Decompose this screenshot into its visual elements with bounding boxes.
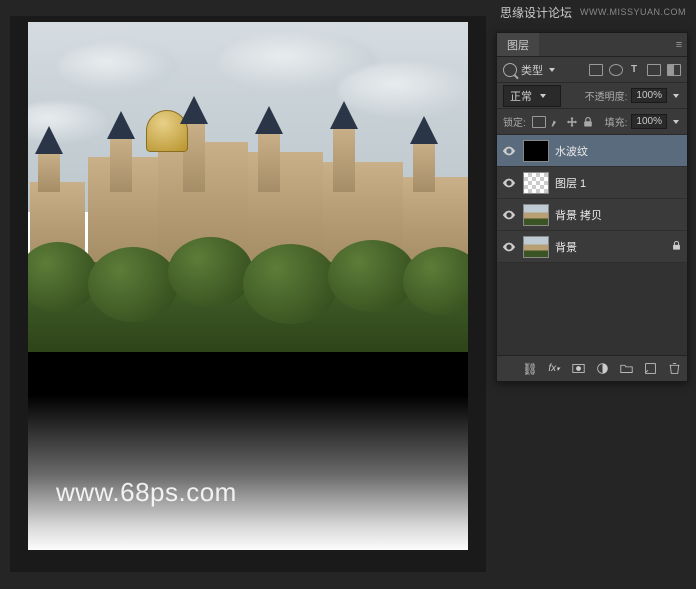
filter-dropdown-icon[interactable] xyxy=(547,65,557,75)
lock-position-icon[interactable] xyxy=(566,116,578,128)
layer-row[interactable]: 背景 xyxy=(497,231,687,263)
lock-brush-icon[interactable] xyxy=(550,116,562,128)
watermark-text: www.68ps.com xyxy=(56,477,237,508)
layer-name[interactable]: 水波纹 xyxy=(555,143,683,159)
filter-smart-icon[interactable] xyxy=(667,64,681,76)
filter-pixel-icon[interactable] xyxy=(589,64,603,76)
blend-row: 正常 不透明度: 100% xyxy=(497,83,687,109)
layer-list: 水波纹 图层 1 背景 拷贝 背景 xyxy=(497,135,687,355)
fx-icon[interactable]: fx▾ xyxy=(547,362,561,376)
header-watermark: 思缘设计论坛 WWW.MISSYUAN.COM xyxy=(486,0,696,24)
lock-all-icon[interactable] xyxy=(582,116,594,128)
opacity-dropdown-icon[interactable] xyxy=(671,91,681,101)
opacity-label: 不透明度: xyxy=(585,88,628,103)
canvas-area[interactable]: www.68ps.com xyxy=(10,16,486,572)
panel-menu-icon[interactable]: ≡ xyxy=(671,39,687,51)
layer-thumbnail[interactable] xyxy=(523,236,549,258)
layers-panel: 图层 ≡ 类型 T 正常 不透明度: 100% 锁定: xyxy=(496,32,688,382)
layer-thumbnail[interactable] xyxy=(523,140,549,162)
visibility-icon[interactable] xyxy=(501,175,517,191)
blend-mode-value: 正常 xyxy=(510,88,532,104)
layer-name[interactable]: 背景 xyxy=(555,239,665,255)
panel-footer: ⛓ fx▾ xyxy=(497,355,687,381)
visibility-icon[interactable] xyxy=(501,207,517,223)
layer-row[interactable]: 背景 拷贝 xyxy=(497,199,687,231)
link-layers-icon[interactable]: ⛓ xyxy=(523,362,537,376)
chevron-down-icon xyxy=(538,91,548,101)
layer-name[interactable]: 背景 拷贝 xyxy=(555,207,683,223)
panel-tab-layers[interactable]: 图层 xyxy=(497,33,539,56)
panel-tabbar: 图层 ≡ xyxy=(497,33,687,57)
layer-name[interactable]: 图层 1 xyxy=(555,175,683,191)
fill-dropdown-icon[interactable] xyxy=(671,117,681,127)
lock-transparency-icon[interactable] xyxy=(532,116,546,128)
layer-row[interactable]: 图层 1 xyxy=(497,167,687,199)
trash-icon[interactable] xyxy=(667,362,681,376)
filter-type-icon[interactable]: T xyxy=(627,64,641,75)
lock-icon xyxy=(671,240,683,254)
layer-thumbnail[interactable] xyxy=(523,172,549,194)
mask-icon[interactable] xyxy=(571,362,585,376)
group-icon[interactable] xyxy=(619,362,633,376)
filter-adjust-icon[interactable] xyxy=(609,64,623,76)
new-layer-icon[interactable] xyxy=(643,362,657,376)
trees-region xyxy=(28,262,468,352)
lock-label: 锁定: xyxy=(503,114,526,129)
layer-row[interactable]: 水波纹 xyxy=(497,135,687,167)
layer-thumbnail[interactable] xyxy=(523,204,549,226)
filter-shape-icon[interactable] xyxy=(647,64,661,76)
visibility-icon[interactable] xyxy=(501,239,517,255)
gradient-layer xyxy=(28,352,468,550)
lock-row: 锁定: 填充: 100% xyxy=(497,109,687,135)
adjustment-icon[interactable] xyxy=(595,362,609,376)
search-icon[interactable] xyxy=(503,63,517,77)
opacity-value[interactable]: 100% xyxy=(631,88,667,103)
layer-list-empty xyxy=(497,263,687,355)
fill-label: 填充: xyxy=(605,114,628,129)
layer-filter-row: 类型 T xyxy=(497,57,687,83)
site-url: WWW.MISSYUAN.COM xyxy=(580,7,686,17)
blend-mode-select[interactable]: 正常 xyxy=(503,85,561,107)
fill-value[interactable]: 100% xyxy=(631,114,667,129)
filter-type-label: 类型 xyxy=(521,62,543,78)
document[interactable]: www.68ps.com xyxy=(28,22,468,550)
site-name: 思缘设计论坛 xyxy=(500,4,572,21)
visibility-icon[interactable] xyxy=(501,143,517,159)
